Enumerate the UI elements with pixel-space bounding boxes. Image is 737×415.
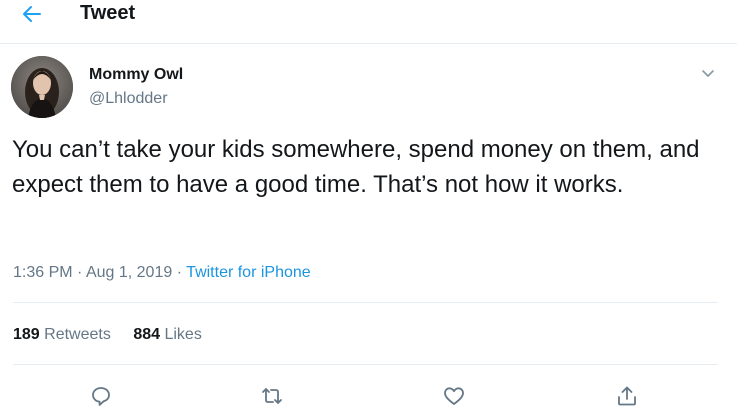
tweet-menu-button[interactable]	[697, 62, 719, 84]
author-handle[interactable]: @Lhlodder	[89, 89, 168, 109]
retweets-stat[interactable]: 189 Retweets	[13, 325, 111, 345]
share-button[interactable]	[612, 381, 642, 411]
reply-button[interactable]	[86, 381, 116, 411]
arrow-left-icon	[20, 2, 44, 26]
divider	[13, 364, 718, 365]
retweets-label: Retweets	[44, 326, 111, 343]
tweet-time[interactable]: 1:36 PM	[13, 264, 73, 281]
page-title: Tweet	[80, 2, 136, 24]
share-icon	[615, 384, 639, 408]
tweet-source-link[interactable]: Twitter for iPhone	[186, 264, 311, 281]
likes-count: 884	[133, 326, 161, 343]
retweet-icon	[260, 384, 284, 408]
back-button[interactable]	[14, 0, 50, 28]
retweets-count: 189	[13, 326, 40, 343]
retweet-button[interactable]	[257, 381, 287, 411]
meta-separator: ·	[77, 264, 83, 281]
reply-icon	[89, 384, 113, 408]
author-name[interactable]: Mommy Owl	[89, 65, 183, 85]
tweet-meta: 1:36 PM · Aug 1, 2019 · Twitter for iPho…	[13, 263, 311, 283]
heart-icon	[442, 384, 466, 408]
tweet-text: You can’t take your kids somewhere, spen…	[12, 136, 700, 198]
avatar[interactable]	[11, 56, 73, 118]
tweet-date[interactable]: Aug 1, 2019	[86, 264, 172, 281]
chevron-down-icon	[700, 65, 716, 81]
like-button[interactable]	[439, 381, 469, 411]
likes-stat[interactable]: 884 Likes	[133, 325, 202, 345]
tweet-stats: 189 Retweets 884 Likes	[13, 325, 202, 345]
likes-label: Likes	[164, 326, 202, 343]
top-bar: Tweet	[0, 0, 737, 44]
divider	[13, 302, 718, 303]
meta-separator: ·	[176, 264, 183, 281]
